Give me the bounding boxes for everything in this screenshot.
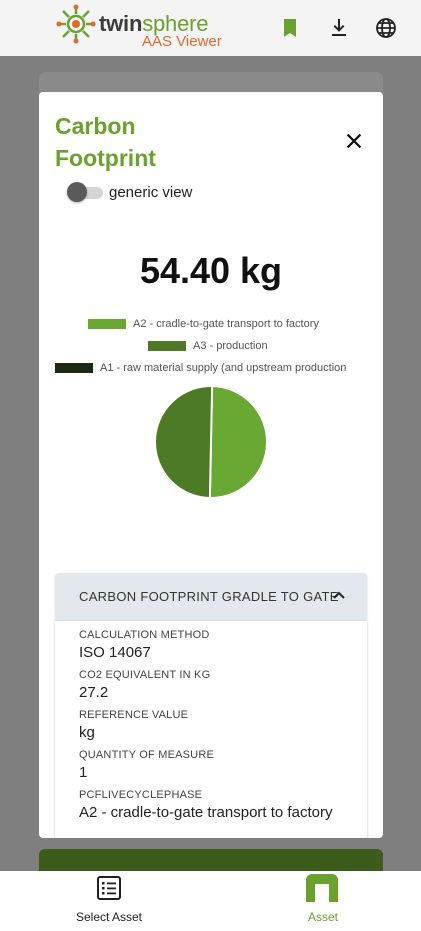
- property-item: PCFLIVECYCLEPHASE A2 - cradle-to-gate tr…: [79, 789, 359, 823]
- nav-select-asset[interactable]: Select Asset: [54, 871, 164, 931]
- legend-item[interactable]: A1 - raw material supply (and upstream p…: [55, 360, 346, 376]
- property-value: kg: [79, 724, 95, 741]
- property-label: PCFLIVECYCLEPHASE: [79, 789, 203, 801]
- chevron-up-icon: [333, 591, 345, 599]
- legend-swatch: [88, 319, 126, 329]
- legend-item[interactable]: A2 - cradle-to-gate transport to factory: [88, 316, 319, 332]
- accordion-header[interactable]: CARBON FOOTPRINT GRADLE TO GATE: [55, 573, 367, 621]
- download-icon[interactable]: [327, 16, 351, 40]
- bottom-navigation: Select Asset Asset: [0, 871, 421, 931]
- legend-swatch: [148, 341, 186, 351]
- property-value: ISO 14067: [79, 644, 151, 661]
- dialog-title: Carbon Footprint: [55, 113, 156, 171]
- pie-slice[interactable]: [208, 384, 268, 499]
- legend-label: A2 - cradle-to-gate transport to factory: [133, 318, 319, 330]
- toggle-thumb: [67, 182, 87, 202]
- logo-icon: [56, 4, 96, 44]
- nav-label: Select Asset: [75, 910, 143, 924]
- list-icon: [97, 876, 121, 900]
- carbon-footprint-pie-chart: [154, 384, 268, 500]
- total-footprint-value: 54.40 kg: [139, 250, 283, 291]
- accordion-content: CALCULATION METHOD ISO 14067 CO2 EQUIVAL…: [55, 621, 367, 838]
- generic-view-label: generic view: [109, 184, 193, 201]
- property-item: CO2 EQUIVALENT IN KG 27.2: [79, 669, 359, 703]
- property-item: CALCULATION METHOD ISO 14067: [79, 629, 359, 663]
- property-label: REFERENCE VALUE: [79, 709, 189, 721]
- legend-label: A1 - raw material supply (and upstream p…: [100, 362, 347, 374]
- property-value: 27.2: [79, 684, 109, 701]
- property-label: QUANTITY OF MEASURE: [79, 749, 214, 761]
- property-value: A2 - cradle-to-gate transport to factory: [79, 804, 333, 821]
- legend-label: A3 - production: [193, 340, 268, 352]
- nav-asset[interactable]: Asset: [268, 871, 378, 931]
- legend-swatch: [55, 363, 93, 373]
- generic-view-toggle[interactable]: [67, 182, 105, 204]
- globe-icon[interactable]: [374, 16, 398, 40]
- asset-icon: [306, 874, 338, 902]
- bookmark-icon[interactable]: [278, 16, 302, 40]
- property-value: 1: [79, 764, 88, 781]
- property-label: CALCULATION METHOD: [79, 629, 210, 641]
- legend-item[interactable]: A3 - production: [148, 338, 268, 354]
- carbon-footprint-dialog: Carbon Footprint generic view 54.40 kg A…: [39, 92, 383, 838]
- property-label: CO2 EQUIVALENT IN KG: [79, 669, 211, 681]
- accordion-title: CARBON FOOTPRINT GRADLE TO GATE: [79, 589, 339, 604]
- pie-slice[interactable]: [154, 385, 214, 500]
- property-item: QUANTITY OF MEASURE 1: [79, 749, 359, 783]
- nav-label: Asset: [307, 910, 338, 924]
- logo-subtitle: AAS Viewer: [142, 33, 222, 50]
- app-bar: twinsphere AAS Viewer: [0, 0, 421, 56]
- background-action-bar: [39, 849, 383, 871]
- close-icon[interactable]: [343, 130, 365, 152]
- property-item: REFERENCE VALUE kg: [79, 709, 359, 743]
- twinsphere-logo[interactable]: twinsphere AAS Viewer: [56, 2, 226, 52]
